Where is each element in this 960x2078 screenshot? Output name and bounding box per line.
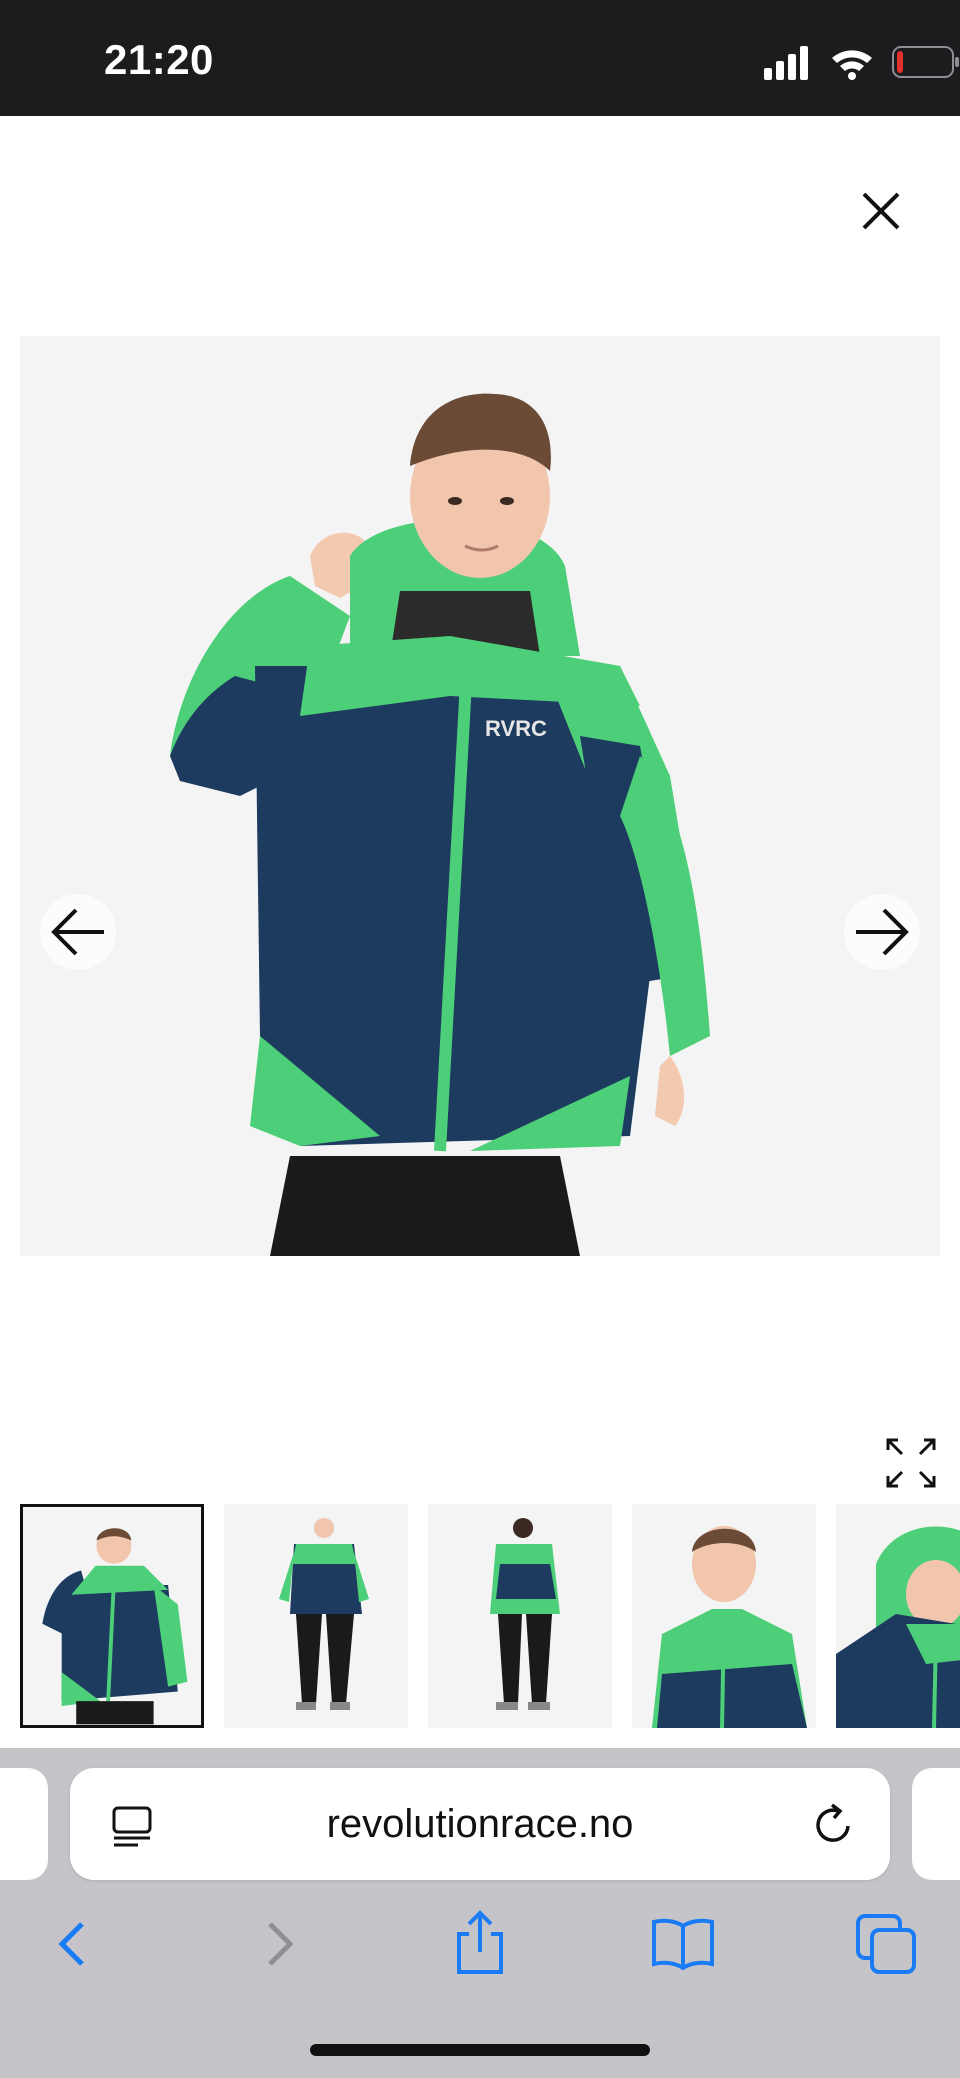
share-icon <box>457 1910 503 1974</box>
share-button[interactable] <box>445 1908 515 1978</box>
status-bar: 21:20 <box>0 0 960 116</box>
thumbnail-5[interactable] <box>836 1504 960 1728</box>
thumbnail-image <box>836 1504 960 1728</box>
arrow-right-icon <box>856 908 909 956</box>
thumbnail-4[interactable] <box>632 1504 816 1728</box>
address-bar[interactable]: revolutionrace.no <box>70 1768 890 1880</box>
previous-image-button[interactable] <box>40 894 116 970</box>
bookmarks-icon <box>652 1918 714 1971</box>
browser-chrome: revolutionrace.no <box>0 1748 960 2078</box>
product-image[interactable]: RVRC <box>20 336 940 1256</box>
battery-low-icon <box>892 46 959 78</box>
tabs-icon <box>856 1914 916 1974</box>
thumbnail-3[interactable] <box>428 1504 612 1728</box>
rvrc-logo: RVRC <box>485 716 547 741</box>
previous-tab-preview[interactable] <box>0 1768 48 1880</box>
thumbnail-image <box>23 1507 201 1725</box>
forward-icon <box>268 1922 294 1966</box>
status-time: 21:20 <box>104 36 214 83</box>
close-icon <box>862 192 900 230</box>
product-photo: RVRC <box>170 393 710 1256</box>
next-tab-preview[interactable] <box>912 1768 960 1880</box>
reload-icon[interactable] <box>810 1802 856 1848</box>
thumbnail-image <box>224 1504 408 1728</box>
close-button[interactable] <box>856 186 906 236</box>
expand-icon <box>886 1438 936 1488</box>
tabs-button[interactable] <box>852 1908 922 1978</box>
bookmarks-button[interactable] <box>648 1908 718 1978</box>
thumbnail-image <box>428 1504 612 1728</box>
back-icon <box>58 1922 84 1966</box>
home-indicator[interactable] <box>310 2044 650 2056</box>
thumbnail-2[interactable] <box>224 1504 408 1728</box>
arrow-left-icon <box>51 908 104 956</box>
back-button[interactable] <box>38 1908 108 1978</box>
signal-icon <box>764 46 808 80</box>
fullscreen-button[interactable] <box>884 1436 938 1490</box>
thumbnail-image <box>632 1504 816 1728</box>
thumbnail-strip <box>20 1504 960 1730</box>
next-image-button[interactable] <box>844 894 920 970</box>
wifi-icon <box>832 50 872 80</box>
forward-button[interactable] <box>244 1908 314 1978</box>
thumbnail-1[interactable] <box>20 1504 204 1728</box>
url-text: revolutionrace.no <box>326 1802 634 1846</box>
